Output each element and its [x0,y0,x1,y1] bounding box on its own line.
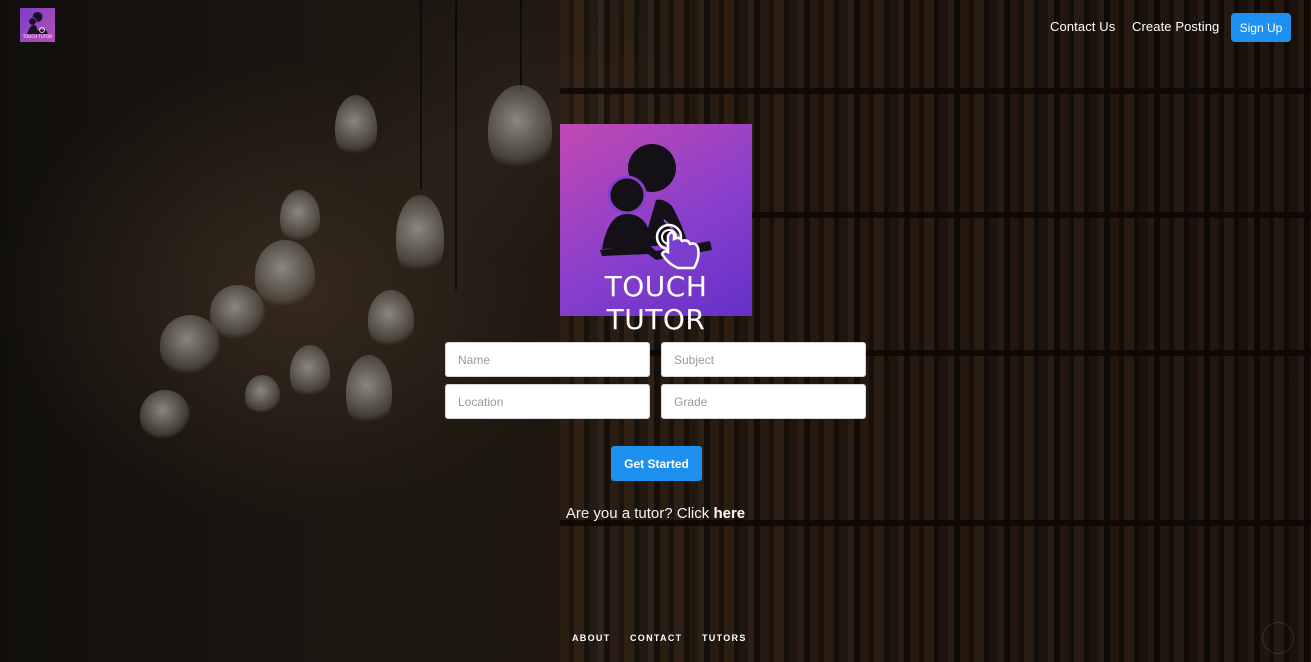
footer-about-link[interactable]: ABOUT [572,633,611,643]
scroll-indicator [1262,622,1294,654]
nav-create-posting-link[interactable]: Create Posting [1132,19,1219,34]
location-input[interactable] [445,384,650,419]
brand-small-logo-text: TOUCH TUTOR [22,34,53,39]
footer-tutors-link[interactable]: TUTORS [702,633,747,643]
brand-logo-link[interactable]: TOUCH TUTOR [20,8,55,42]
hero-logo: TOUCH TUTOR [560,124,752,336]
subject-input[interactable] [661,342,866,377]
top-navigation: TOUCH TUTOR Contact Us Create Posting Si… [0,0,1311,56]
tutor-here-link[interactable]: here [713,505,745,522]
get-started-button[interactable]: Get Started [611,446,702,481]
sign-up-button[interactable]: Sign Up [1231,13,1291,42]
tutor-prompt-text: Are you a tutor? Click [565,505,714,522]
name-input[interactable] [445,342,650,377]
tutor-prompt: Are you a tutor? Click here [0,505,1311,522]
nav-contact-us-link[interactable]: Contact Us [1050,19,1115,34]
footer-contact-link[interactable]: CONTACT [630,633,682,643]
hero-logo-text: TOUCH TUTOR [604,270,708,336]
grade-input[interactable] [661,384,866,419]
